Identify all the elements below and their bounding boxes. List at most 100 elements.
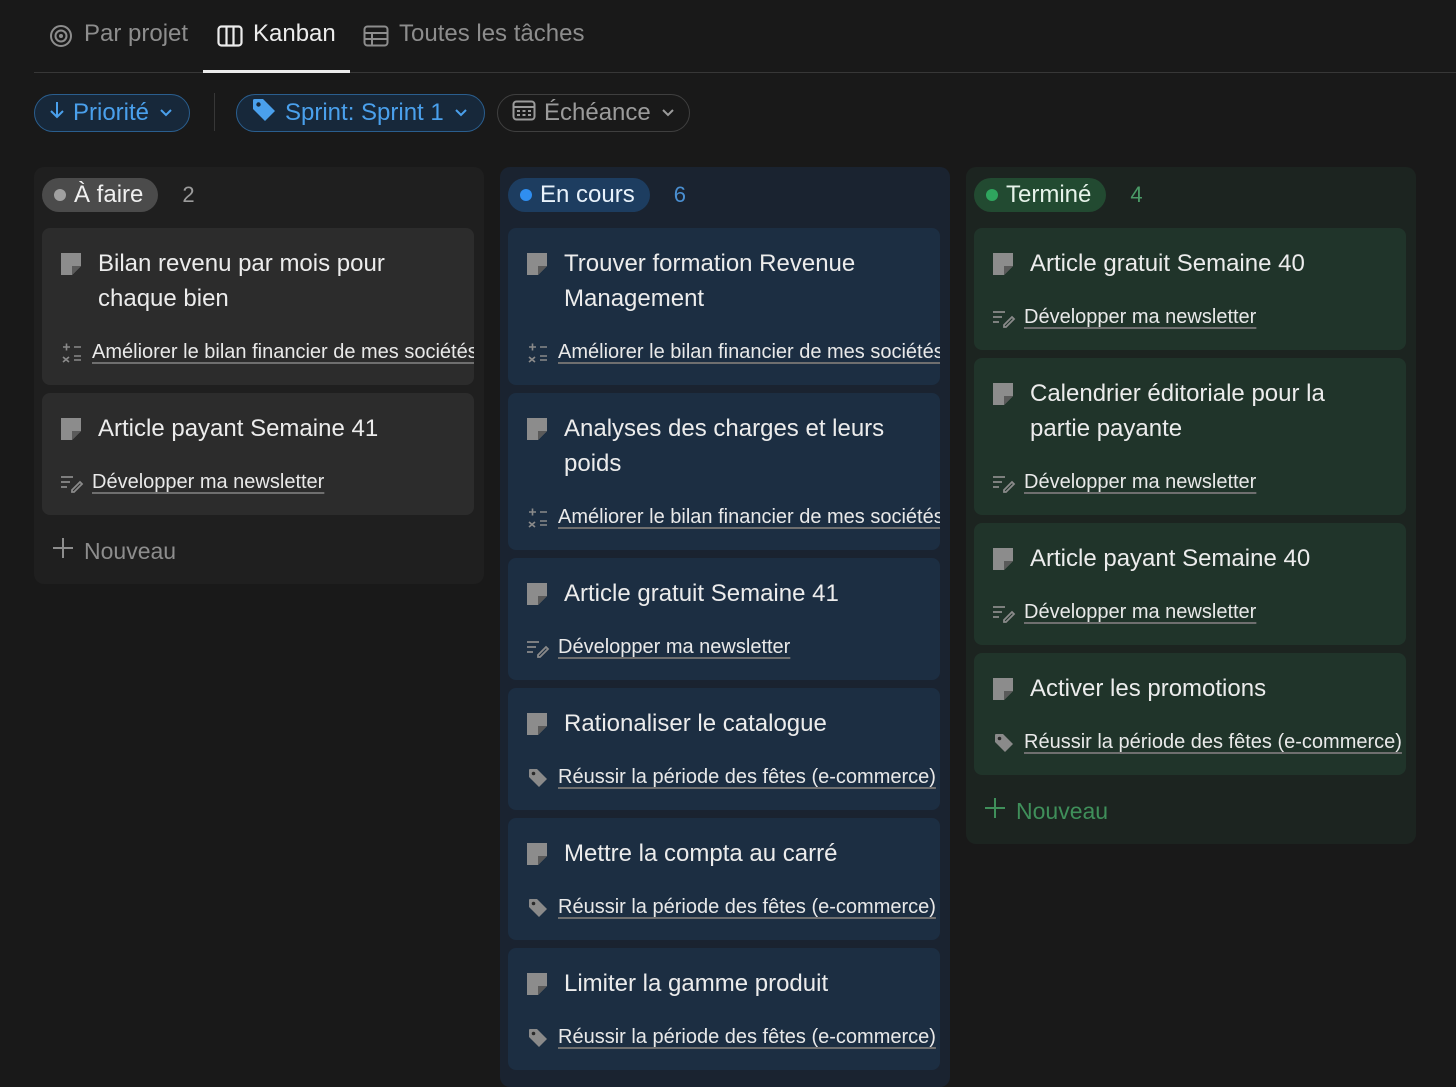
card-title: Analyses des charges et leurs poids bbox=[564, 415, 885, 477]
column-in-progress: En cours 6 Trouver formation Revenue Man… bbox=[500, 167, 950, 1087]
tag-icon bbox=[251, 97, 277, 130]
relation-link[interactable]: Réussir la période des fêtes (e-commerce… bbox=[558, 1026, 936, 1049]
project-relation[interactable]: Réussir la période des fêtes (e-commerce… bbox=[526, 1026, 936, 1049]
new-card-button[interactable]: Nouveau bbox=[52, 537, 176, 565]
task-card[interactable]: Article payant Semaine 41 Développer ma n… bbox=[42, 393, 474, 515]
card-title: Rationaliser le catalogue bbox=[564, 710, 827, 737]
relation-link[interactable]: Développer ma newsletter bbox=[558, 636, 790, 659]
card-title: Calendrier éditoriale pour la partie pay… bbox=[1030, 380, 1325, 442]
project-relation[interactable]: Développer ma newsletter bbox=[992, 306, 1256, 329]
calculator-icon bbox=[60, 342, 84, 364]
edit-lines-icon bbox=[60, 472, 84, 494]
column-todo: À faire 2 Bilan revenu par mois pour cha… bbox=[34, 167, 484, 584]
due-date-filter-button[interactable]: Échéance bbox=[497, 94, 690, 132]
plus-icon bbox=[52, 537, 74, 565]
task-card[interactable]: Analyses des charges et leurs poids Améli… bbox=[508, 393, 940, 550]
card-title: Bilan revenu par mois pour chaque bien bbox=[98, 250, 385, 312]
tag-icon bbox=[992, 732, 1016, 754]
status-label: En cours bbox=[540, 181, 635, 208]
tab-kanban[interactable]: Kanban bbox=[203, 20, 350, 73]
relation-link[interactable]: Développer ma newsletter bbox=[1024, 471, 1256, 494]
relation-link[interactable]: Réussir la période des fêtes (e-commerce… bbox=[558, 896, 936, 919]
relation-link[interactable]: Améliorer le bilan financier de mes soci… bbox=[92, 341, 474, 364]
page-icon bbox=[526, 582, 548, 611]
status-badge[interactable]: Terminé bbox=[974, 178, 1107, 212]
page-icon bbox=[526, 252, 548, 281]
column-count: 6 bbox=[673, 182, 686, 207]
priority-sort-button[interactable]: Priorité bbox=[34, 94, 190, 132]
target-icon bbox=[48, 23, 74, 49]
relation-link[interactable]: Réussir la période des fêtes (e-commerce… bbox=[1024, 731, 1402, 754]
task-card[interactable]: Trouver formation Revenue Management Amél… bbox=[508, 228, 940, 385]
board-icon bbox=[217, 23, 243, 49]
project-relation[interactable]: Réussir la période des fêtes (e-commerce… bbox=[992, 731, 1402, 754]
tab-label: Kanban bbox=[253, 20, 336, 47]
task-card[interactable]: Bilan revenu par mois pour chaque bien Am… bbox=[42, 228, 474, 385]
project-relation[interactable]: Réussir la période des fêtes (e-commerce… bbox=[526, 896, 936, 919]
chevron-down-icon bbox=[454, 105, 468, 121]
sprint-filter-button[interactable]: Sprint: Sprint 1 bbox=[236, 94, 485, 132]
card-title: Trouver formation Revenue Management bbox=[564, 250, 856, 312]
status-dot-icon bbox=[986, 189, 998, 201]
status-dot-icon bbox=[54, 189, 66, 201]
card-title: Article gratuit Semaine 40 bbox=[1030, 250, 1305, 277]
tab-toutes-les-taches[interactable]: Toutes les tâches bbox=[363, 20, 584, 72]
relation-link[interactable]: Réussir la période des fêtes (e-commerce… bbox=[558, 766, 936, 789]
task-card[interactable]: Mettre la compta au carré Réussir la péri… bbox=[508, 818, 940, 940]
table-icon bbox=[363, 23, 389, 49]
view-tabs: Par projet Kanban Toutes les tâches bbox=[34, 0, 1456, 73]
tag-icon bbox=[526, 897, 550, 919]
page-icon bbox=[992, 382, 1014, 411]
project-relation[interactable]: Améliorer le bilan financier de mes soci… bbox=[526, 341, 940, 364]
calendar-icon bbox=[512, 99, 536, 128]
edit-lines-icon bbox=[526, 637, 550, 659]
due-label: Échéance bbox=[544, 99, 651, 126]
edit-lines-icon bbox=[992, 472, 1016, 494]
calculator-icon bbox=[526, 507, 550, 529]
project-relation[interactable]: Réussir la période des fêtes (e-commerce… bbox=[526, 766, 936, 789]
edit-lines-icon bbox=[992, 307, 1016, 329]
task-card[interactable]: Rationaliser le catalogue Réussir la péri… bbox=[508, 688, 940, 810]
status-label: Terminé bbox=[1006, 181, 1092, 208]
new-card-button[interactable]: Nouveau bbox=[984, 797, 1108, 825]
tab-par-projet[interactable]: Par projet bbox=[48, 20, 188, 72]
page-icon bbox=[526, 712, 548, 741]
card-title: Mettre la compta au carré bbox=[564, 840, 838, 867]
relation-link[interactable]: Améliorer le bilan financier de mes soci… bbox=[558, 341, 940, 364]
task-card[interactable]: Article gratuit Semaine 41 Développer ma … bbox=[508, 558, 940, 680]
task-card[interactable]: Article gratuit Semaine 40 Développer ma … bbox=[974, 228, 1406, 350]
edit-lines-icon bbox=[992, 602, 1016, 624]
card-title: Article payant Semaine 40 bbox=[1030, 545, 1311, 572]
chevron-down-icon bbox=[661, 105, 675, 121]
page-icon bbox=[992, 252, 1014, 281]
project-relation[interactable]: Développer ma newsletter bbox=[526, 636, 790, 659]
project-relation[interactable]: Développer ma newsletter bbox=[992, 601, 1256, 624]
tag-icon bbox=[526, 767, 550, 789]
task-card[interactable]: Calendrier éditoriale pour la partie pay… bbox=[974, 358, 1406, 515]
column-header: Terminé 4 bbox=[974, 178, 1143, 212]
status-badge[interactable]: En cours bbox=[508, 178, 650, 212]
project-relation[interactable]: Développer ma newsletter bbox=[60, 471, 324, 494]
relation-link[interactable]: Développer ma newsletter bbox=[1024, 306, 1256, 329]
relation-link[interactable]: Développer ma newsletter bbox=[92, 471, 324, 494]
priority-label: Priorité bbox=[73, 99, 150, 126]
new-card-label: Nouveau bbox=[84, 537, 177, 564]
calculator-icon bbox=[526, 342, 550, 364]
task-card[interactable]: Activer les promotions Réussir la période… bbox=[974, 653, 1406, 775]
project-relation[interactable]: Améliorer le bilan financier de mes soci… bbox=[526, 506, 940, 529]
filter-divider bbox=[214, 93, 215, 131]
relation-link[interactable]: Améliorer le bilan financier de mes soci… bbox=[558, 506, 940, 529]
chevron-down-icon bbox=[159, 105, 173, 121]
column-done: Terminé 4 Article gratuit Semaine 40 Déve… bbox=[966, 167, 1416, 844]
page-icon bbox=[992, 547, 1014, 576]
column-count: 4 bbox=[1130, 182, 1143, 207]
plus-icon bbox=[984, 797, 1006, 825]
project-relation[interactable]: Améliorer le bilan financier de mes soci… bbox=[60, 341, 474, 364]
relation-link[interactable]: Développer ma newsletter bbox=[1024, 601, 1256, 624]
project-relation[interactable]: Développer ma newsletter bbox=[992, 471, 1256, 494]
task-card[interactable]: Limiter la gamme produit Réussir la pério… bbox=[508, 948, 940, 1070]
page-icon bbox=[526, 417, 548, 446]
status-badge[interactable]: À faire bbox=[42, 178, 159, 212]
arrow-down-icon bbox=[49, 99, 65, 127]
task-card[interactable]: Article payant Semaine 40 Développer ma n… bbox=[974, 523, 1406, 645]
